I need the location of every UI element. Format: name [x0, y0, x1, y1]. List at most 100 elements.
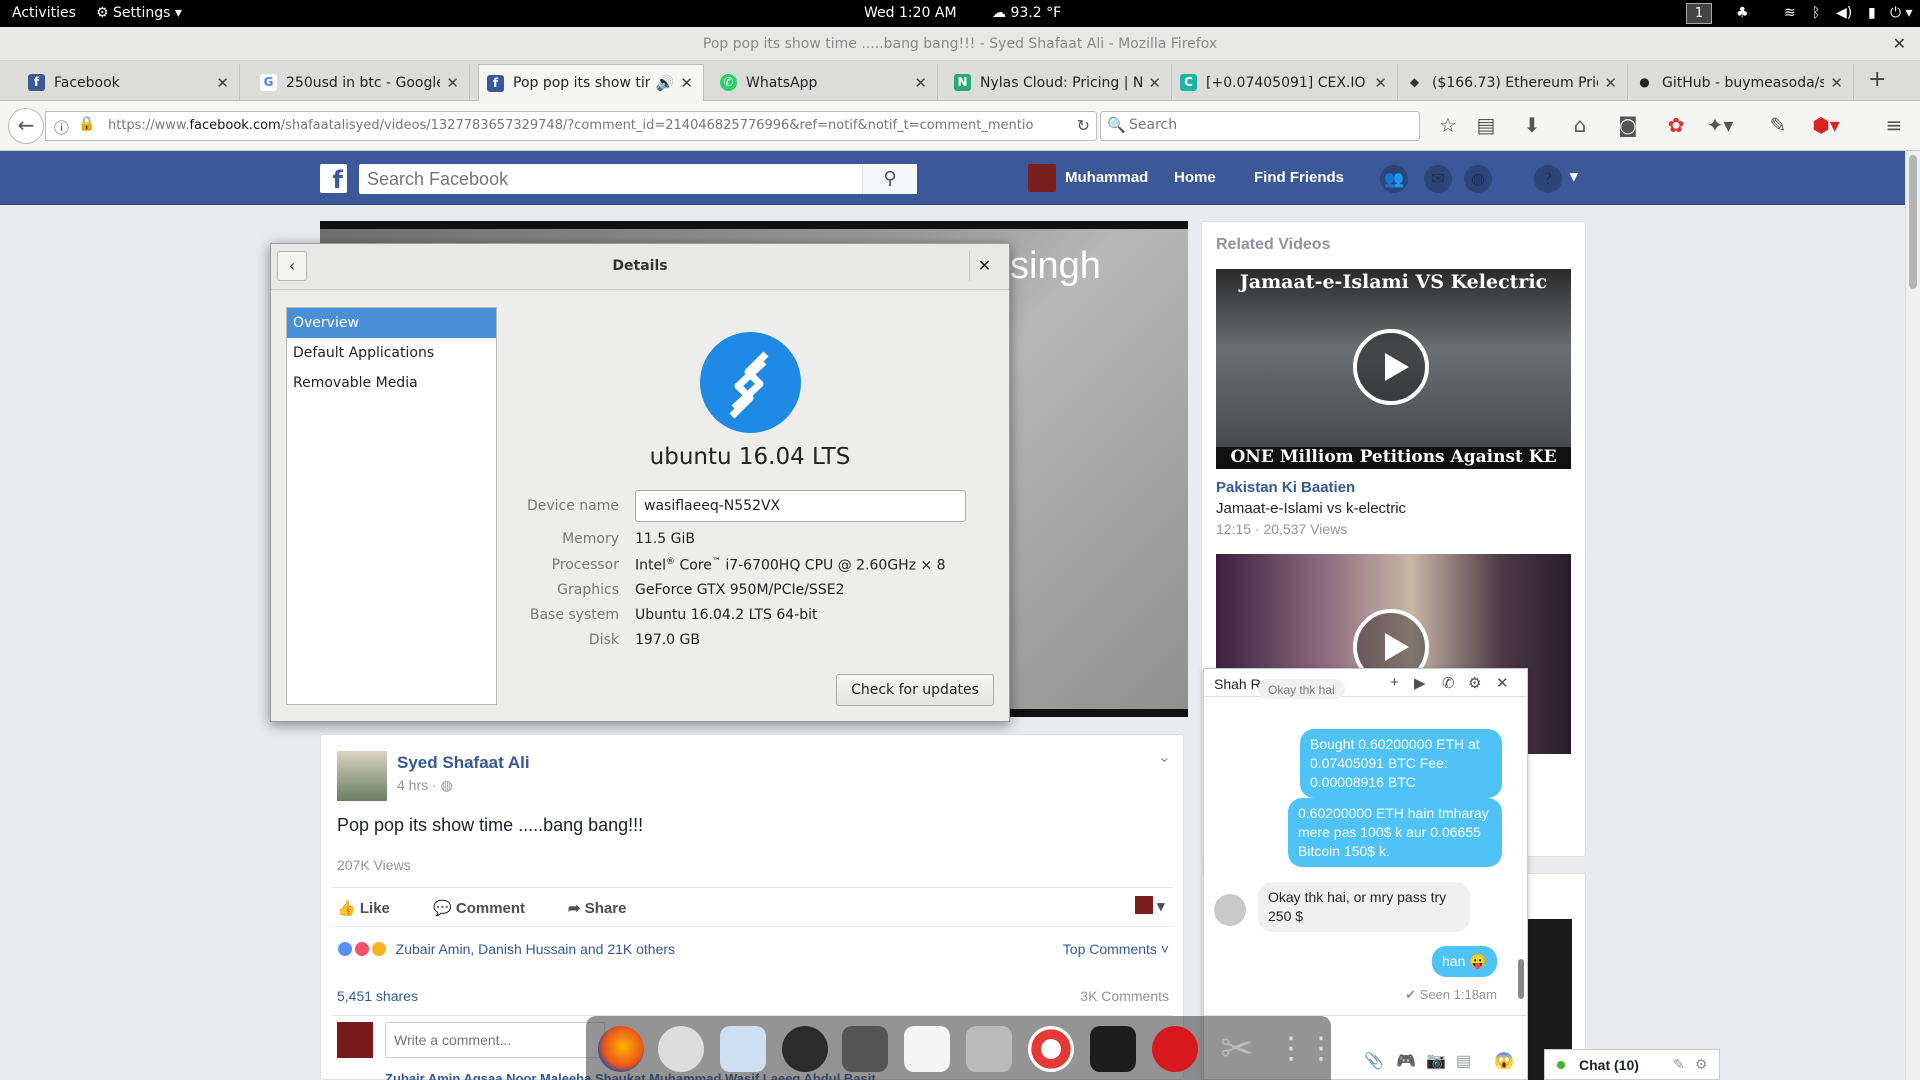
camera-app-icon[interactable] [842, 1026, 888, 1072]
clock[interactable]: Wed 1:20 AM [864, 5, 957, 21]
close-tab-icon[interactable]: ✕ [1604, 74, 1617, 92]
back-button[interactable]: ← [8, 108, 44, 144]
phone-icon[interactable]: ✆ [1442, 674, 1455, 692]
video-call-icon[interactable]: ▶ [1414, 674, 1426, 692]
settings-app-menu[interactable]: ⚙ Settings ▾ [96, 5, 182, 21]
add-people-icon[interactable]: + [1390, 674, 1399, 691]
close-tab-icon[interactable]: ✕ [1148, 74, 1161, 92]
search-bar[interactable]: 🔍 [1100, 111, 1420, 141]
reading-list-icon[interactable]: ▤ [1472, 113, 1500, 137]
device-name-input[interactable] [635, 490, 966, 522]
search-icon[interactable]: ⚲ [862, 164, 917, 194]
attach-file-icon[interactable]: 📎 [1364, 1051, 1384, 1071]
related-video-title[interactable]: Jamaat-e-Islami vs k-electric [1216, 500, 1406, 517]
app-grid-icon[interactable]: ⋮⋮ [1276, 1026, 1336, 1072]
eyedropper-icon[interactable]: ✎ [1764, 113, 1792, 137]
sidebar-item-removable-media[interactable]: Removable Media [287, 368, 496, 398]
window-close-button[interactable]: ✕ [1893, 27, 1906, 61]
close-icon[interactable]: ✕ [1496, 674, 1509, 692]
document-viewer-icon[interactable] [904, 1026, 950, 1072]
scrollbar-thumb[interactable] [1909, 155, 1917, 289]
power-menu-icon[interactable]: ⏻ ▾ [1890, 5, 1913, 21]
post-options-chevron-icon[interactable]: ⌄ [1158, 747, 1171, 767]
extension-icon[interactable]: ✿ [1662, 113, 1690, 137]
related-video-thumbnail[interactable]: Jamaat-e-Islami VS Kelectric ONE Milliom… [1216, 269, 1571, 469]
battery-icon[interactable]: ▮ [1868, 5, 1876, 21]
search-engine-icon[interactable]: 🔍 [1107, 116, 1126, 134]
new-tab-button[interactable]: + [1868, 67, 1886, 92]
camera-icon[interactable]: 📷 [1426, 1051, 1446, 1071]
account-menu-chevron-icon[interactable]: ▾ [1570, 167, 1578, 185]
post-timestamp[interactable]: 4 hrs · ◍ [397, 777, 453, 794]
games-icon[interactable]: 🎮 [1396, 1051, 1416, 1071]
chat-scrollbar[interactable] [1518, 699, 1524, 999]
close-tab-icon[interactable]: ✕ [216, 74, 229, 92]
workspace-indicator[interactable]: 1 [1686, 3, 1712, 24]
facebook-logo-icon[interactable]: f [320, 164, 347, 194]
top-comments-dropdown[interactable]: Top Comments ˅ [1063, 941, 1169, 957]
file-cabinet-icon[interactable] [966, 1026, 1012, 1072]
notifications-globe-icon[interactable]: ◍ [1464, 165, 1492, 193]
facebook-search[interactable]: ⚲ [359, 164, 917, 194]
author-avatar[interactable] [337, 751, 387, 801]
close-tab-icon[interactable]: ✕ [446, 74, 459, 92]
adobe-cloud-icon[interactable] [1152, 1026, 1198, 1072]
tab-facebook[interactable]: f Facebook ✕ [20, 64, 240, 101]
bookmark-star-icon[interactable]: ☆ [1434, 113, 1462, 137]
comment-button[interactable]: 💬 Comment [433, 899, 525, 917]
avatar[interactable] [1028, 164, 1056, 192]
reactions-summary[interactable]: Zubair Amin, Danish Hussain and 21K othe… [337, 941, 675, 957]
related-video-channel[interactable]: Pakistan Ki Baatien [1216, 479, 1355, 496]
facebook-search-input[interactable] [367, 169, 847, 190]
pocket-icon[interactable]: ◙ [1614, 113, 1642, 137]
profile-link[interactable]: Muhammad [1065, 169, 1148, 186]
downloads-icon[interactable]: ⬇ [1518, 113, 1546, 137]
indicator-icon[interactable]: ♣ [1736, 5, 1749, 21]
close-tab-icon[interactable]: ✕ [1830, 74, 1843, 92]
check-for-updates-button[interactable]: Check for updates [836, 674, 994, 706]
clock-app-icon[interactable] [658, 1026, 704, 1072]
tab-nylas[interactable]: N Nylas Cloud: Pricing | N ✕ [946, 64, 1172, 101]
close-tab-icon[interactable]: ✕ [914, 74, 927, 92]
home-icon[interactable]: ⌂ [1566, 113, 1594, 137]
terminal-icon[interactable] [1090, 1026, 1136, 1072]
page-scrollbar[interactable] [1905, 151, 1920, 1080]
tab-whatsapp[interactable]: ✆ WhatsApp ✕ [712, 64, 938, 101]
help-lifebuoy-icon[interactable] [1028, 1026, 1074, 1072]
adblock-icon[interactable]: ⬢▾ [1812, 113, 1840, 137]
chat-bar[interactable]: Chat (10) ✎ ⚙ [1544, 1049, 1720, 1080]
search-input[interactable] [1129, 117, 1409, 133]
gear-icon[interactable]: ⚙ [1468, 674, 1481, 692]
new-message-icon[interactable]: ✎ [1673, 1056, 1685, 1073]
info-icon[interactable]: ⓘ [54, 117, 69, 138]
lock-icon[interactable]: 🔒 [78, 116, 95, 132]
speaker-icon[interactable]: 🔊 [656, 74, 675, 92]
activities-button[interactable]: Activities [12, 5, 76, 21]
chat-settings-icon[interactable]: ⚙ [1695, 1056, 1708, 1073]
share-button[interactable]: ➦ Share [568, 899, 626, 917]
url-text[interactable]: https://www.facebook.com/shafaatalisyed/… [108, 118, 1078, 133]
share-count[interactable]: 5,451 shares [337, 988, 418, 1004]
tab-facebook-video[interactable]: f Pop pop its show tim 🔊 ✕ [478, 64, 704, 101]
tab-google[interactable]: G 250usd in btc - Google S ✕ [252, 64, 470, 101]
home-link[interactable]: Home [1174, 169, 1216, 186]
like-button[interactable]: 👍 Like [337, 899, 390, 917]
chat-header[interactable]: Shah Rukh + ▶ ✆ ⚙ ✕ [1204, 669, 1527, 697]
url-bar[interactable]: ⓘ 🔒 https://www.facebook.com/shafaatalis… [45, 111, 1097, 141]
bluetooth-icon[interactable]: ᛒ [1812, 5, 1820, 21]
emoji-icon[interactable]: 😱 [1494, 1051, 1514, 1071]
volume-icon[interactable]: ◀) [1836, 5, 1852, 21]
close-button[interactable]: ✕ [969, 251, 999, 281]
comment-count[interactable]: 3K Comments [1080, 988, 1169, 1004]
tab-github[interactable]: ● GitHub - buymeasoda/sc ✕ [1628, 64, 1854, 101]
sidebar-item-overview[interactable]: Overview [287, 308, 496, 338]
friend-requests-icon[interactable]: 👥 [1380, 165, 1408, 193]
chat-app-icon[interactable] [720, 1026, 766, 1072]
play-icon[interactable] [1353, 329, 1429, 405]
gif-icon[interactable]: ▤ [1456, 1051, 1471, 1071]
post-author[interactable]: Syed Shafaat Ali [397, 753, 530, 773]
firefox-icon[interactable] [598, 1026, 644, 1072]
post-as-selector[interactable]: ▾ [1135, 896, 1165, 915]
messages-icon[interactable]: ✉ [1424, 165, 1452, 193]
wifi-icon[interactable]: ≋ [1784, 5, 1796, 21]
